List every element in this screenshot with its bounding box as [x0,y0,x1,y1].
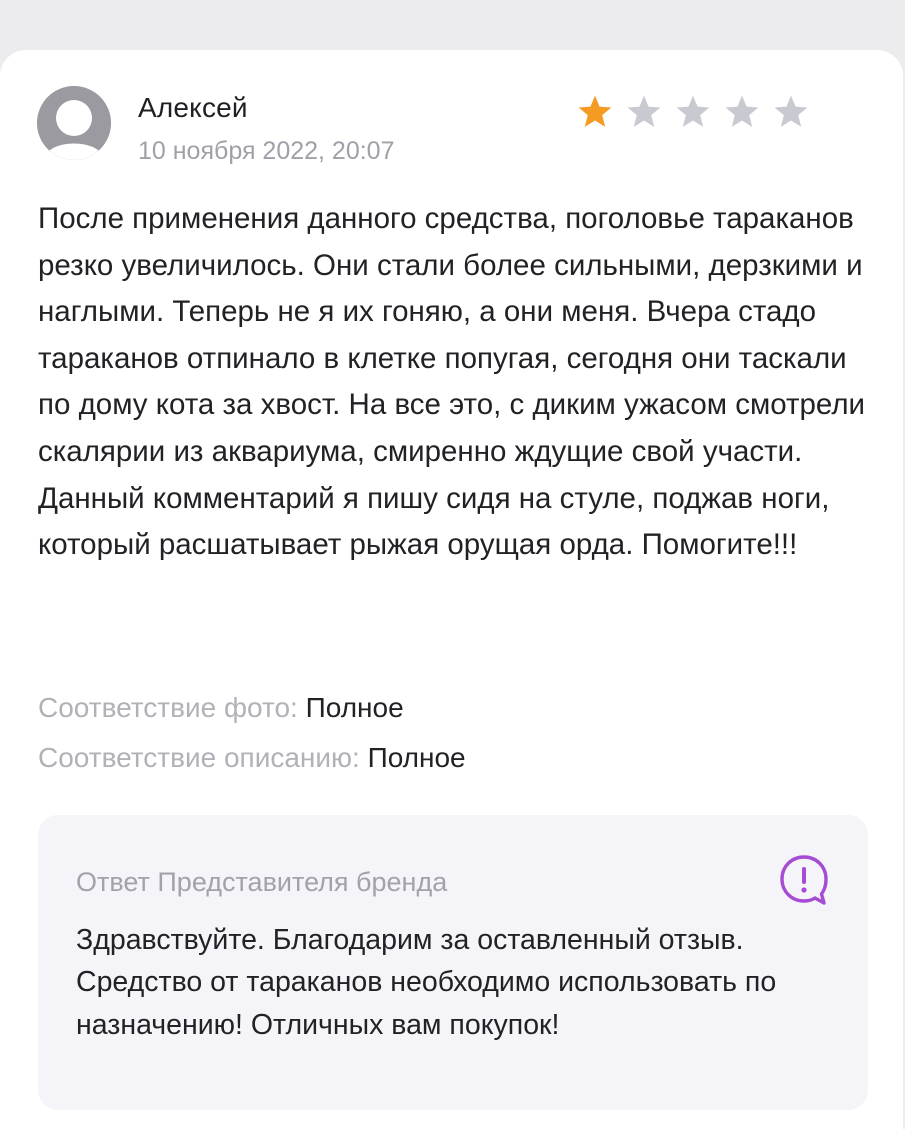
brand-reply-text: Здравствуйте. Благодарим за оставленный … [76,924,777,1041]
review-date: 10 ноября 2022, 20:07 [138,137,395,165]
photo-match-row: Соответствие фото: Полное [38,692,404,724]
question-bubble-icon[interactable] [778,853,830,907]
review-text: После применения данного средства, погол… [38,202,866,562]
star-icon [576,94,614,130]
description-match-value: Полное [367,742,466,773]
author-name: Алексей [138,92,248,123]
user-silhouette-icon [37,86,111,160]
star-icon [772,94,810,130]
photo-match-label: Соответствие фото: [38,692,298,723]
star-icon [723,94,761,130]
description-match-row: Соответствие описанию: Полное [38,742,466,774]
rating-stars [576,94,810,130]
brand-reply-title: Ответ Представителя бренда [76,867,448,897]
photo-match-value: Полное [305,692,404,723]
star-icon [674,94,712,130]
description-match-label: Соответствие описанию: [38,742,360,773]
brand-reply-box: Ответ Представителя бренда Здравствуйте.… [38,815,868,1110]
star-icon [625,94,663,130]
avatar [37,86,111,160]
